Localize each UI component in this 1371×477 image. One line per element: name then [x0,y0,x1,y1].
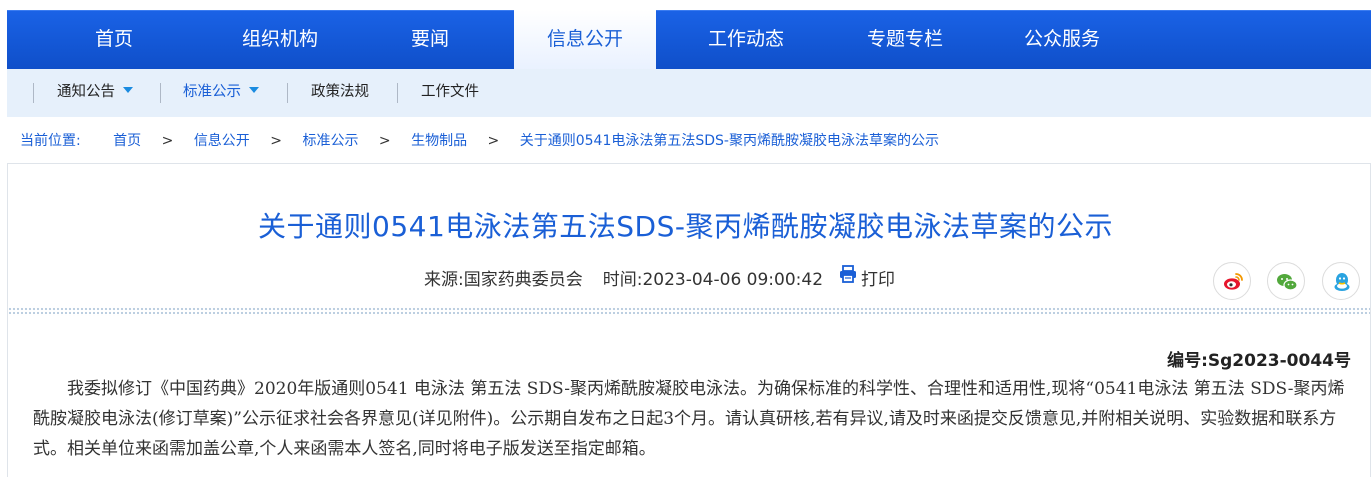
share-wechat-button[interactable] [1267,262,1305,300]
breadcrumb-current[interactable]: 关于通则0541电泳法第五法SDS-聚丙烯酰胺凝胶电泳法草案的公示 [520,128,939,154]
nav-item-news[interactable]: 要闻 [397,11,463,69]
subnav-item-work-docs[interactable]: 工作文件 [421,69,479,117]
subnav-divider [33,83,34,103]
nav-item-public-service[interactable]: 公众服务 [1007,11,1117,69]
subnav-divider [397,83,398,103]
nav-item-organization[interactable]: 组织机构 [225,11,335,69]
breadcrumb: 当前位置: 首页 > 信息公开 > 标准公示 > 生物制品 > 关于通则0541… [20,128,939,154]
article-title: 关于通则0541电泳法第五法SDS-聚丙烯酰胺凝胶电泳法草案的公示 [258,210,1113,243]
article-body: 我委拟修订《中国药典》2020年版通则0541 电泳法 第五法 SDS-聚丙烯酰… [33,379,1345,459]
caret-down-icon [249,87,259,93]
article-meta: 来源:国家药典委员会 时间:2023-04-06 09:00:42 打印 [424,265,896,293]
subnav-item-label: 标准公示 [183,84,241,100]
main-nav: 首页 组织机构 要闻 信息公开 工作动态 专题专栏 公众服务 [7,10,1371,70]
print-label: 打印 [861,270,896,290]
breadcrumb-link-biologics[interactable]: 生物制品 [411,128,467,154]
subnav-item-policies[interactable]: 政策法规 [311,69,369,117]
sub-nav: 通知公告 标准公示 政策法规 工作文件 [7,69,1371,117]
breadcrumb-link-home[interactable]: 首页 [113,128,141,154]
breadcrumb-separator: > [378,133,391,149]
document-number: 编号:Sg2023-0044号 [1167,351,1351,371]
subnav-item-notices[interactable]: 通知公告 [57,69,133,117]
print-button[interactable]: 打印 [839,265,896,290]
nav-item-home[interactable]: 首页 [80,11,148,69]
dotted-divider [8,307,1370,316]
breadcrumb-separator: > [161,133,174,149]
breadcrumb-separator: > [487,133,500,149]
nav-item-info-disclosure[interactable]: 信息公开 [514,10,656,70]
subnav-divider [287,83,288,103]
breadcrumb-separator: > [270,133,282,149]
caret-down-icon [123,87,133,93]
article-time: 时间:2023-04-06 09:00:42 [602,270,824,290]
share-weibo-button[interactable] [1213,262,1251,300]
nav-item-special-topics[interactable]: 专题专栏 [850,11,960,69]
subnav-divider [160,83,161,103]
share-qq-button[interactable] [1322,262,1360,300]
article-source: 来源:国家药典委员会 [424,270,583,290]
subnav-item-standards[interactable]: 标准公示 [183,69,259,117]
breadcrumb-link-info[interactable]: 信息公开 [194,128,250,154]
printer-icon [839,265,857,291]
breadcrumb-label: 当前位置: [20,133,81,149]
nav-item-work-updates[interactable]: 工作动态 [691,11,801,69]
subnav-item-label: 通知公告 [57,84,115,100]
breadcrumb-link-standards[interactable]: 标准公示 [302,128,358,154]
